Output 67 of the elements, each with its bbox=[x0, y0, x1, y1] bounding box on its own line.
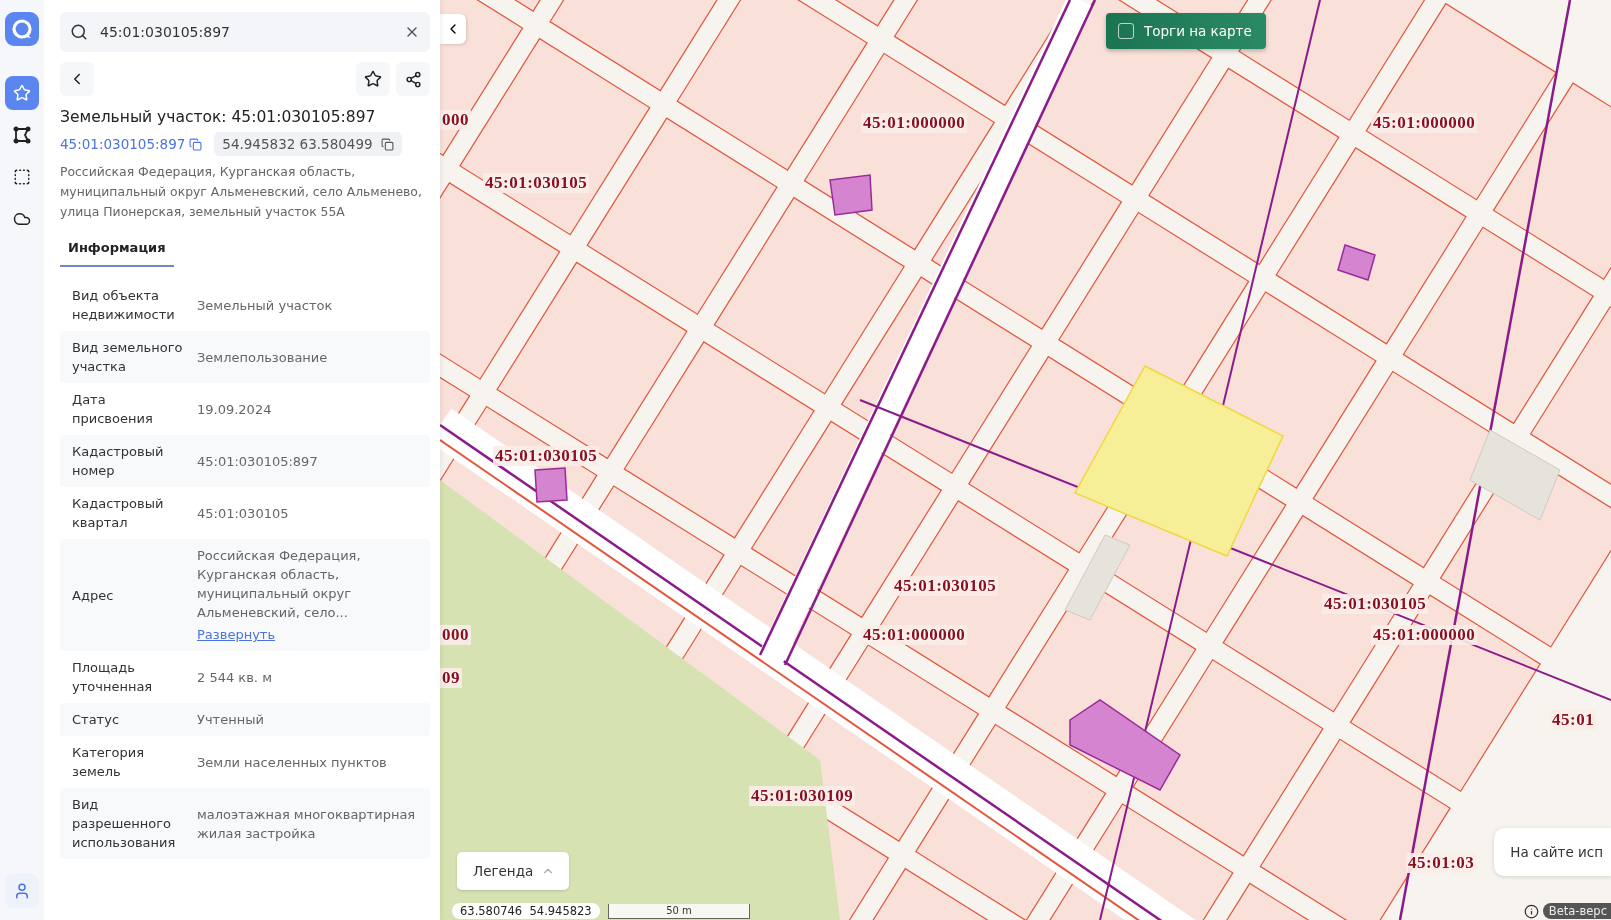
cadastral-label: 45:01:030105 bbox=[1322, 594, 1429, 614]
cadastral-label: 45:01:03 bbox=[1406, 853, 1477, 873]
object-title: Земельный участок: 45:01:030105:897 bbox=[60, 108, 377, 126]
search-field[interactable]: 45:01:030105:897 bbox=[60, 12, 430, 52]
cadastral-number-link[interactable]: 45:01:030105:897 bbox=[60, 136, 203, 152]
cadastral-label: 45:01:000000 bbox=[861, 113, 968, 133]
property-value: 45:01:030105:897 bbox=[197, 452, 319, 471]
property-label: Площадь уточненная bbox=[72, 659, 154, 696]
property-value: 19.09.2024 bbox=[197, 400, 273, 419]
cadastral-label: 000 bbox=[440, 110, 471, 130]
cadastral-label: 45:01:030105 bbox=[493, 446, 600, 466]
cloud-icon bbox=[13, 210, 31, 228]
property-label: Кадастровый номер bbox=[72, 443, 165, 480]
checkbox[interactable] bbox=[1118, 23, 1134, 39]
beta-badge: Beta-верс bbox=[1542, 903, 1611, 919]
property-value: Земли населенных пунктов bbox=[197, 753, 388, 772]
share-button[interactable] bbox=[396, 62, 430, 96]
info-button[interactable] bbox=[1524, 904, 1539, 919]
cadastral-label: 45:01:030109 bbox=[749, 786, 856, 806]
user-icon bbox=[13, 882, 31, 900]
property-label: Вид земельного участка bbox=[72, 339, 184, 376]
property-value: малоэтажная многоквартирная жилая застройка bbox=[197, 805, 417, 843]
cadastral-label: 45:01:000000 bbox=[861, 625, 968, 645]
cadastral-label: 09 bbox=[440, 668, 462, 688]
auctions-label: Торги на карте bbox=[1144, 23, 1252, 39]
property-label: Статус bbox=[72, 711, 121, 729]
share-icon bbox=[404, 70, 422, 88]
cadastral-label: 45:01:030105 bbox=[892, 576, 999, 596]
property-value: Земельный участок bbox=[197, 296, 334, 315]
property-value: 45:01:030105 bbox=[197, 504, 290, 523]
property-label: Категория земель bbox=[72, 744, 146, 781]
search-input[interactable]: 45:01:030105:897 bbox=[98, 23, 394, 41]
property-value: Учтенный bbox=[197, 711, 265, 729]
property-label: Адрес bbox=[72, 586, 115, 605]
dashed-square-icon bbox=[13, 168, 31, 186]
info-icon bbox=[1524, 904, 1539, 919]
property-label: Вид разрешенного использования bbox=[72, 796, 177, 852]
cadastral-label: 45:01:000000 bbox=[1371, 113, 1478, 133]
expand-link[interactable]: Развернуть bbox=[197, 625, 276, 644]
cadastral-label: 45:01:030105 bbox=[483, 173, 590, 193]
copy-icon bbox=[189, 137, 203, 151]
scale-bar: 50 m bbox=[608, 904, 750, 919]
property-value: 2 544 кв. м bbox=[197, 668, 273, 687]
cadastral-label: 45:01:000000 bbox=[1371, 625, 1478, 645]
auctions-toggle[interactable]: Торги на карте bbox=[1106, 13, 1266, 49]
cursor-coordinates: 63.580746 54.945823 bbox=[452, 903, 600, 919]
search-icon bbox=[70, 23, 88, 41]
cadastral-label: 45:01 bbox=[1550, 710, 1597, 730]
profile-button[interactable] bbox=[5, 874, 39, 908]
copy-icon bbox=[380, 137, 394, 151]
polygon-icon bbox=[13, 126, 31, 144]
coordinates-chip[interactable]: 54.945832 63.580499 bbox=[214, 132, 402, 156]
cadastral-label: 000 bbox=[440, 625, 471, 645]
notice-popup: На сайте исп bbox=[1494, 828, 1611, 876]
property-value: Землепользование bbox=[197, 348, 329, 367]
property-label: Кадастровый квартал bbox=[72, 495, 165, 532]
property-label: Вид объекта недвижимости bbox=[72, 287, 176, 324]
property-value: Российская Федерация, Курганская область, муниципальный округ Альменевский, село... bbox=[197, 547, 362, 622]
app-logo[interactable] bbox=[5, 12, 39, 46]
star-icon bbox=[13, 84, 31, 102]
collapse-panel-button[interactable] bbox=[440, 14, 466, 44]
property-label: Дата присвоения bbox=[72, 391, 154, 428]
star-icon bbox=[364, 70, 382, 88]
favorite-button[interactable] bbox=[356, 62, 390, 96]
info-tab[interactable]: Информация bbox=[60, 230, 174, 267]
legend-button[interactable]: Легенда bbox=[457, 852, 570, 890]
object-address: Российская Федерация, Курганская область, муниципальный округ Альменевский, село Альменево, улица Пионерская, земельный участок 55А bbox=[60, 163, 423, 221]
